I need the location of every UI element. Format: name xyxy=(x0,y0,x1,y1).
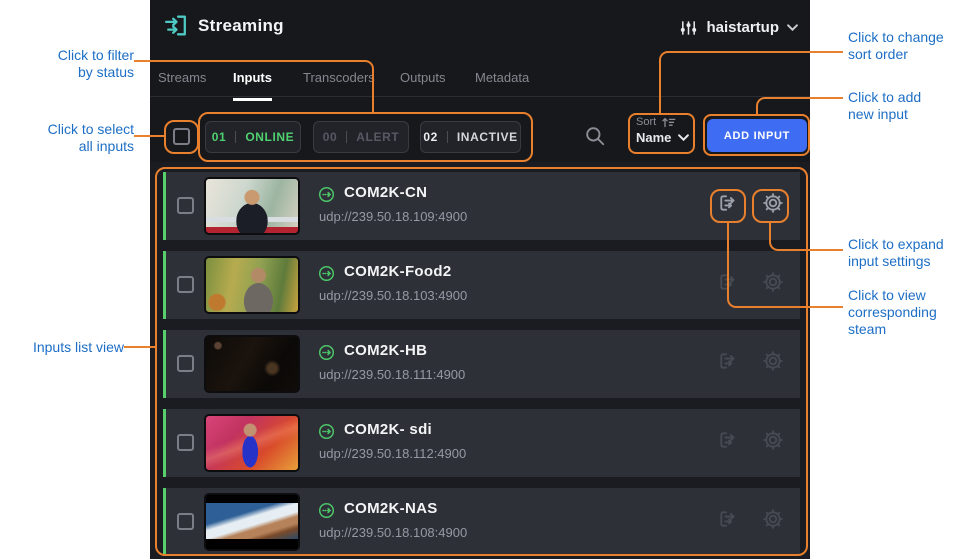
online-label: ONLINE xyxy=(245,130,294,144)
input-row-com2k-nas[interactable]: COM2K-NAS udp://239.50.18.108:4900 xyxy=(163,488,800,556)
input-url: udp://239.50.18.111:4900 xyxy=(319,367,465,382)
row-checkbox[interactable] xyxy=(177,434,194,451)
chip-divider xyxy=(447,131,448,143)
user-menu[interactable]: haistartup xyxy=(679,19,798,36)
row-checkbox[interactable] xyxy=(177,197,194,214)
view-stream-icon[interactable] xyxy=(717,350,739,372)
tab-streams[interactable]: Streams xyxy=(158,70,206,98)
status-online-icon xyxy=(318,265,335,282)
input-name: COM2K-NAS xyxy=(344,500,438,517)
input-row-com2k-cn[interactable]: COM2K-CN udp://239.50.18.109:4900 xyxy=(163,172,800,240)
filter-inactive-button[interactable]: 02 INACTIVE xyxy=(420,121,521,153)
row-checkbox[interactable] xyxy=(177,513,194,530)
input-thumbnail xyxy=(204,335,300,393)
select-all-checkbox[interactable] xyxy=(173,128,190,145)
preferences-sliders-icon xyxy=(679,20,698,36)
input-name: COM2K- sdi xyxy=(344,421,432,438)
input-url: udp://239.50.18.108:4900 xyxy=(319,525,467,540)
filter-alert-button[interactable]: 00 ALERT xyxy=(313,121,409,153)
status-online-icon xyxy=(318,423,335,440)
sort-dropdown[interactable]: Sort Name xyxy=(636,116,689,145)
tab-metadata[interactable]: Metadata xyxy=(475,70,529,98)
input-thumbnail xyxy=(204,414,300,472)
input-url: udp://239.50.18.112:4900 xyxy=(319,446,466,461)
status-online-icon xyxy=(318,344,335,361)
inactive-label: INACTIVE xyxy=(457,130,518,144)
row-checkbox[interactable] xyxy=(177,276,194,293)
view-stream-icon[interactable] xyxy=(717,192,739,214)
streaming-app-panel: Streaming haistartup Streams Inputs Tran… xyxy=(150,0,810,559)
alert-label: ALERT xyxy=(356,130,399,144)
settings-gear-icon[interactable] xyxy=(762,350,784,372)
input-thumbnail xyxy=(204,256,300,314)
input-name: COM2K-CN xyxy=(344,184,427,201)
filter-online-button[interactable]: 01 ONLINE xyxy=(205,121,301,153)
online-count: 01 xyxy=(212,130,227,144)
tab-transcoders[interactable]: Transcoders xyxy=(303,70,375,98)
input-name: COM2K-HB xyxy=(344,342,427,359)
add-input-button[interactable]: ADD INPUT xyxy=(707,119,807,152)
streaming-logo-icon xyxy=(163,12,190,39)
annotation-label-filter: Click to filter by status xyxy=(8,47,134,81)
tab-inputs[interactable]: Inputs xyxy=(233,70,272,101)
input-row-com2k-sdi[interactable]: COM2K- sdi udp://239.50.18.112:4900 xyxy=(163,409,800,477)
input-row-com2k-hb[interactable]: COM2K-HB udp://239.50.18.111:4900 xyxy=(163,330,800,398)
search-icon[interactable] xyxy=(584,125,606,147)
username-label: haistartup xyxy=(706,19,779,36)
inactive-count: 02 xyxy=(423,130,438,144)
tab-outputs[interactable]: Outputs xyxy=(400,70,446,98)
status-online-icon xyxy=(318,186,335,203)
annotation-label-inputs-list: Inputs list view xyxy=(2,339,124,356)
settings-gear-icon[interactable] xyxy=(762,508,784,530)
view-stream-icon[interactable] xyxy=(717,508,739,530)
view-stream-icon[interactable] xyxy=(717,271,739,293)
page-title: Streaming xyxy=(198,16,284,36)
settings-gear-icon[interactable] xyxy=(762,429,784,451)
input-row-com2k-food2[interactable]: COM2K-Food2 udp://239.50.18.103:4900 xyxy=(163,251,800,319)
annotation-label-view-stream: Click to view corresponding steam xyxy=(848,287,968,338)
input-url: udp://239.50.18.109:4900 xyxy=(319,209,467,224)
view-stream-icon[interactable] xyxy=(717,429,739,451)
input-url: udp://239.50.18.103:4900 xyxy=(319,288,467,303)
chevron-down-icon xyxy=(678,134,689,141)
screenshot-root: Streaming haistartup Streams Inputs Tran… xyxy=(0,0,977,559)
row-checkbox[interactable] xyxy=(177,355,194,372)
annotation-label-settings: Click to expand input settings xyxy=(848,236,970,270)
chip-divider xyxy=(235,131,236,143)
input-name: COM2K-Food2 xyxy=(344,263,451,280)
annotation-label-add-input: Click to add new input xyxy=(848,89,968,123)
tab-bar: Streams Inputs Transcoders Outputs Metad… xyxy=(150,52,810,97)
chip-divider xyxy=(346,131,347,143)
annotation-label-sort: Click to change sort order xyxy=(848,29,968,63)
sort-label: Sort xyxy=(636,116,656,128)
input-thumbnail xyxy=(204,177,300,235)
sort-value: Name xyxy=(636,130,671,145)
settings-gear-icon[interactable] xyxy=(762,192,784,214)
chevron-down-icon xyxy=(787,24,798,31)
alert-count: 00 xyxy=(323,130,338,144)
sort-order-icon xyxy=(661,117,677,128)
inputs-list: COM2K-CN udp://239.50.18.109:4900 xyxy=(150,162,810,559)
settings-gear-icon[interactable] xyxy=(762,271,784,293)
annotation-label-select-all: Click to select all inputs xyxy=(8,121,134,155)
status-online-icon xyxy=(318,502,335,519)
input-thumbnail xyxy=(204,493,300,551)
